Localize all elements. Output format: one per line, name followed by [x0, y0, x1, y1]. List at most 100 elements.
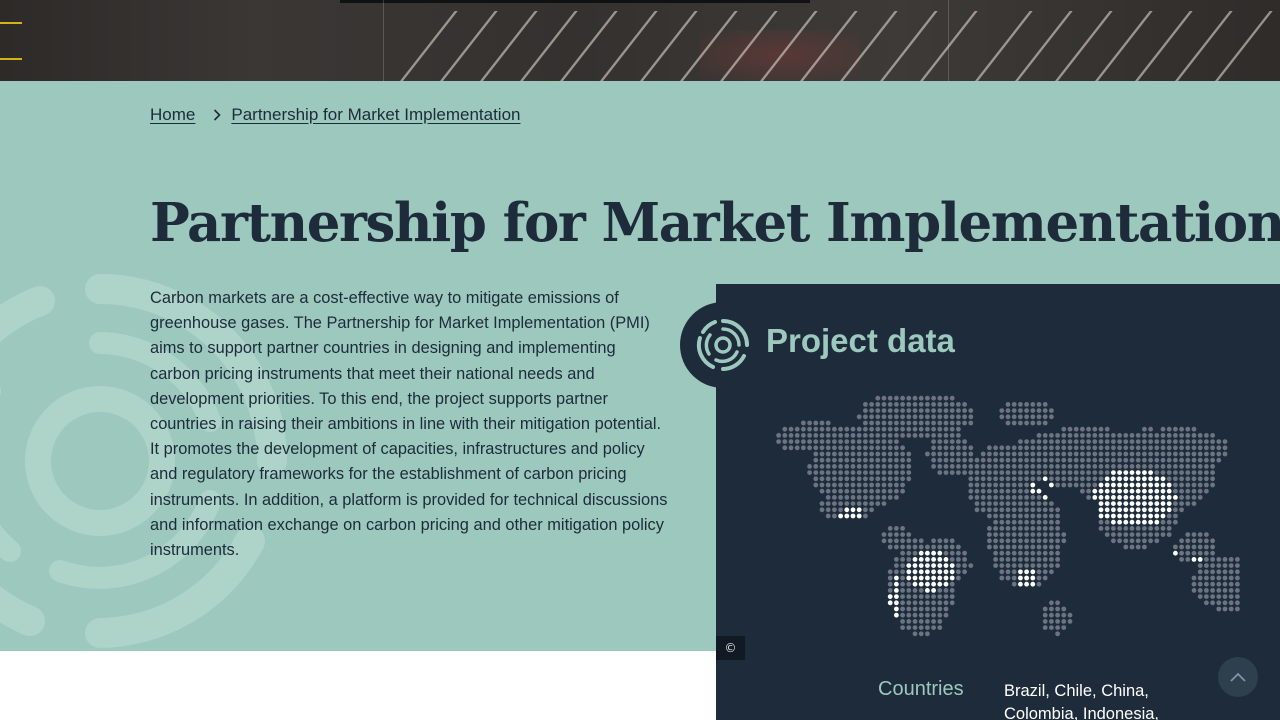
map-dot [869, 402, 874, 407]
map-dot [1142, 526, 1147, 531]
map-dot [1204, 439, 1209, 444]
map-dot [987, 476, 992, 482]
map-dot-partner [937, 550, 943, 556]
map-dot [980, 451, 986, 457]
map-dot [931, 402, 936, 407]
map-dot [1117, 445, 1122, 451]
map-dot [1148, 445, 1153, 451]
map-dot-partner [1166, 507, 1172, 513]
map-dot [881, 433, 887, 438]
breadcrumb-current-link[interactable]: Partnership for Market Implementation [231, 105, 520, 125]
map-dot [925, 408, 930, 413]
hero-yellow-marking [0, 22, 22, 24]
scroll-to-top-button[interactable] [1218, 657, 1258, 697]
map-dot [931, 538, 936, 544]
map-dot [875, 426, 881, 432]
map-dot [894, 439, 899, 444]
map-dot [906, 612, 912, 618]
map-dot [1049, 563, 1054, 568]
map-dot [838, 426, 843, 432]
map-dot [974, 488, 980, 494]
copyright-icon[interactable]: © [716, 636, 745, 660]
map-dot [1092, 457, 1098, 463]
map-dot [1018, 526, 1023, 531]
map-dot [980, 464, 986, 469]
map-dot [850, 488, 856, 494]
map-dot [1061, 470, 1067, 475]
map-dot [1222, 439, 1228, 444]
map-dot [869, 408, 874, 413]
map-dot [1148, 532, 1153, 537]
map-dot [1185, 482, 1191, 488]
map-dot [900, 550, 905, 556]
map-dot [1129, 464, 1135, 469]
map-dot-partner [1018, 575, 1023, 581]
map-dot [887, 488, 893, 494]
map-dot-partner [1104, 495, 1110, 500]
map-dot [887, 464, 893, 469]
map-dot [925, 395, 930, 401]
map-dot [1036, 420, 1042, 426]
map-dot [918, 433, 924, 438]
map-dot [931, 395, 936, 401]
map-dot [894, 544, 899, 550]
map-dot [1005, 476, 1011, 482]
map-dot-partner [894, 600, 899, 606]
map-dot [788, 433, 794, 438]
breadcrumb-home-link[interactable]: Home [150, 105, 195, 125]
map-dot [863, 482, 868, 488]
map-dot-partner [918, 569, 924, 575]
map-dot [937, 544, 943, 550]
map-dot [1011, 544, 1017, 550]
map-dot [1135, 451, 1141, 457]
countries-label: Countries [878, 678, 964, 700]
map-dot [894, 476, 899, 482]
map-dot [881, 457, 887, 463]
map-dot [1024, 451, 1029, 457]
map-dot [1049, 433, 1054, 438]
map-dot [825, 501, 831, 506]
map-dot [794, 426, 800, 432]
map-dot [881, 439, 887, 444]
map-dot [813, 476, 819, 482]
map-dot [1204, 581, 1209, 587]
map-dot [1036, 439, 1042, 444]
map-dot [1111, 451, 1116, 457]
map-dot-partner [943, 581, 949, 587]
map-dot [1173, 488, 1178, 494]
map-dot [906, 538, 912, 544]
map-dot [838, 501, 843, 506]
map-dot [1166, 519, 1172, 525]
map-dot [869, 470, 874, 475]
map-dot [1173, 482, 1178, 488]
map-dot [887, 532, 893, 537]
map-dot [987, 495, 992, 500]
map-dot [1005, 445, 1011, 451]
map-dot [1235, 569, 1240, 575]
map-dot [869, 507, 874, 513]
map-dot [900, 594, 905, 599]
map-dot [1005, 488, 1011, 494]
page-title: Partnership for Market Implementation [150, 192, 1280, 254]
map-dot [1179, 538, 1184, 544]
map-dot [1179, 445, 1184, 451]
map-dot [856, 495, 862, 500]
map-dot [1129, 439, 1135, 444]
map-dot [987, 482, 992, 488]
map-dot [1111, 439, 1116, 444]
map-dot [900, 470, 905, 475]
map-dot [807, 426, 812, 432]
map-dot [1104, 426, 1110, 432]
map-dot [1018, 445, 1023, 451]
map-dot-partner [894, 575, 899, 581]
map-dot [863, 470, 868, 475]
map-dot-partner [943, 557, 949, 562]
map-dot [949, 550, 955, 556]
map-dot [1086, 495, 1091, 500]
map-dot [1024, 526, 1029, 531]
map-dot [918, 395, 924, 401]
map-dot-partner [1117, 507, 1122, 513]
map-dot [1042, 414, 1048, 420]
map-dot [1235, 588, 1240, 593]
map-dot [900, 612, 905, 618]
